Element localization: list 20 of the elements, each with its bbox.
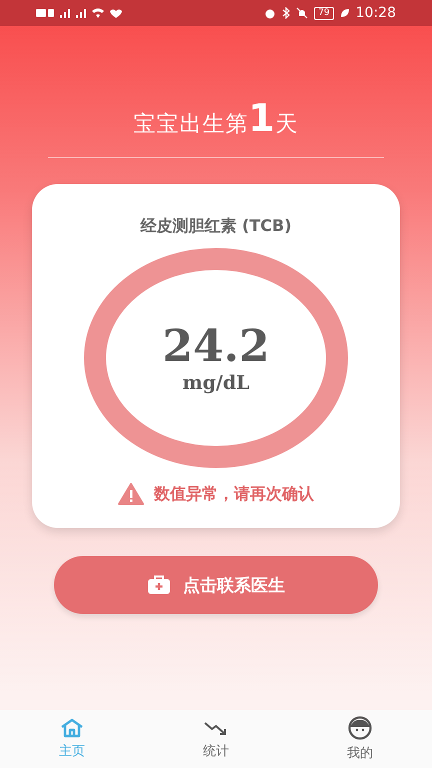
medical-kit-icon — [147, 575, 171, 595]
face-icon — [348, 716, 372, 740]
heart-icon — [110, 8, 122, 18]
hd-icon — [36, 9, 54, 17]
warning-message: 数值异常，请再次确认 — [154, 484, 314, 504]
nav-tab[interactable]: 统计 — [144, 710, 288, 768]
wifi-icon — [92, 8, 104, 18]
warning-icon — [118, 483, 144, 505]
signal-icon — [76, 8, 86, 18]
clock-time: 10:28 — [356, 5, 396, 21]
card-title: 经皮测胆红素 (TCB) — [140, 216, 292, 237]
leaf-icon — [340, 8, 350, 18]
battery-level: 79 — [314, 6, 334, 20]
signal-icon — [60, 8, 70, 18]
contact-doctor-button[interactable]: 点击联系医生 — [54, 556, 378, 614]
reading-unit: mg/dL — [182, 372, 250, 394]
reading-value: 24.2 — [162, 322, 270, 372]
bluetooth-icon — [282, 7, 290, 19]
nav-tab[interactable]: 我的 — [288, 710, 432, 768]
home-icon — [60, 718, 84, 738]
